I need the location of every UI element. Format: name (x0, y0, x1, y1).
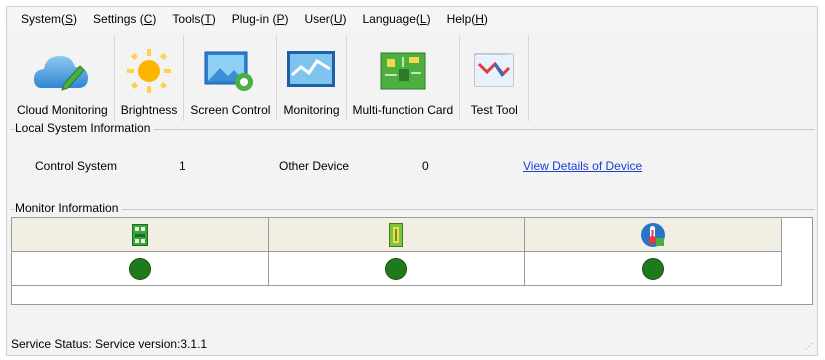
menu-settings[interactable]: Settings (C) (85, 7, 164, 31)
local-system-info: Control System 1 Other Device 0 View Det… (7, 159, 817, 177)
monitor-divider (11, 209, 815, 210)
brightness-label: Brightness (120, 103, 178, 117)
receiving-card-column (12, 218, 269, 251)
temperature-column (525, 218, 782, 251)
circuit-board-icon (375, 45, 431, 97)
monitor-table (11, 217, 813, 305)
multifunction-card-column (269, 218, 526, 251)
monitor-title: Monitor Information (15, 201, 123, 215)
multifunction-card-label: Multi-function Card (352, 103, 454, 117)
menu-language[interactable]: Language(L) (354, 7, 438, 31)
menu-help[interactable]: Help(H) (439, 7, 496, 31)
status-bar-text: Service Status: Service version:3.1.1 (11, 337, 208, 351)
control-system-label: Control System (35, 159, 118, 173)
monitoring-button[interactable]: Monitoring (277, 35, 347, 121)
other-device-label: Other Device (279, 159, 350, 173)
brightness-button[interactable]: Brightness (115, 35, 185, 121)
other-device-count: 0 (422, 159, 429, 173)
cloud-icon (34, 45, 90, 97)
multifunction-card-icon (389, 222, 404, 247)
menu-system[interactable]: System(S) (13, 7, 85, 31)
receiving-card-status-cell (12, 252, 269, 285)
resize-grip-icon[interactable]: ⋰ (805, 342, 813, 351)
main-window: System(S) Settings (C) Tools(T) Plug-in … (6, 6, 818, 356)
monitoring-icon (283, 45, 339, 97)
receiving-card-status-indicator[interactable] (128, 257, 151, 280)
local-system-title: Local System Information (15, 121, 155, 135)
receiving-card-icon (131, 223, 148, 246)
screen-control-label: Screen Control (190, 103, 271, 117)
multifunction-card-status-indicator[interactable] (385, 257, 408, 280)
cloud-monitoring-label: Cloud Monitoring (17, 103, 108, 117)
test-tool-button[interactable]: Test Tool (460, 35, 530, 121)
temperature-icon (640, 222, 665, 247)
menu-plugin[interactable]: Plug-in (P) (224, 7, 297, 31)
monitoring-label: Monitoring (283, 103, 340, 117)
sun-icon (121, 45, 177, 97)
control-system-count: 1 (179, 159, 186, 173)
multifunction-card-button[interactable]: Multi-function Card (347, 35, 461, 121)
screen-control-icon (202, 45, 258, 97)
multifunction-card-status-cell (269, 252, 526, 285)
menu-tools[interactable]: Tools(T) (164, 7, 223, 31)
cloud-monitoring-button[interactable]: Cloud Monitoring (11, 35, 115, 121)
temperature-status-cell (525, 252, 782, 285)
monitor-table-header (12, 218, 782, 252)
temperature-status-indicator[interactable] (641, 257, 664, 280)
screen-control-button[interactable]: Screen Control (184, 35, 278, 121)
view-details-link[interactable]: View Details of Device (523, 159, 642, 173)
menu-user[interactable]: User(U) (296, 7, 354, 31)
menu-bar: System(S) Settings (C) Tools(T) Plug-in … (7, 7, 817, 31)
test-tool-label: Test Tool (470, 103, 518, 117)
toolbar: Cloud Monitoring Brightness Screen Contr… (7, 33, 817, 121)
test-tool-icon (466, 45, 522, 97)
monitor-status-row (12, 252, 782, 286)
